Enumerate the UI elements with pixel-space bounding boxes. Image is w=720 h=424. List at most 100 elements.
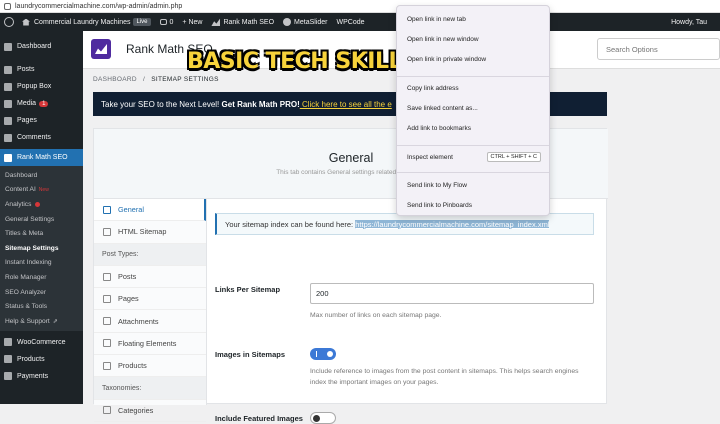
submenu-label: Content AI xyxy=(5,186,36,194)
submenu-content-ai[interactable]: Content AI New xyxy=(0,183,83,198)
comments-link[interactable]: 0 xyxy=(159,18,174,26)
ctx-label: Inspect element xyxy=(407,153,453,161)
submenu-label: Titles & Meta xyxy=(5,230,44,238)
wpcode-link[interactable]: WPCode xyxy=(337,19,365,26)
tab-general[interactable]: General xyxy=(94,199,206,222)
sidebar-item-media[interactable]: Media 1 xyxy=(0,95,83,112)
submenu-titles-meta[interactable]: Titles & Meta xyxy=(0,226,83,241)
sidebar-item-popup-box[interactable]: Popup Box xyxy=(0,78,83,95)
pin-icon xyxy=(4,65,12,74)
tab-attachments[interactable]: Attachments xyxy=(94,310,206,333)
ctx-send-my-flow[interactable]: Send link to My Flow xyxy=(407,182,541,189)
sidebar-item-woocommerce[interactable]: WooCommerce xyxy=(0,334,83,351)
submenu-role-manager[interactable]: Role Manager xyxy=(0,270,83,285)
ctx-separator xyxy=(397,172,549,173)
tab-label: Posts xyxy=(118,272,137,282)
submenu-status-tools[interactable]: Status & Tools xyxy=(0,299,83,314)
ctx-save-linked-content[interactable]: Save linked content as... xyxy=(407,105,541,112)
tab-categories[interactable]: Categories xyxy=(94,400,206,422)
metaslider-link[interactable]: MetaSlider xyxy=(283,18,328,26)
ctx-label: Send link to Pinboards xyxy=(407,202,473,209)
sidebar-item-label: Posts xyxy=(17,66,35,73)
tab-floating-elements[interactable]: Floating Elements xyxy=(94,333,206,356)
sidebar-item-posts[interactable]: Posts xyxy=(0,61,83,78)
page-icon xyxy=(103,294,111,303)
sidebar-item-label: Media xyxy=(17,100,37,107)
submenu-label: Dashboard xyxy=(5,171,38,179)
tab-label: Products xyxy=(118,361,147,371)
ctx-inspect-element[interactable]: Inspect element CTRL + SHIFT + C xyxy=(407,152,541,162)
submenu-label: Instant Indexing xyxy=(5,259,52,267)
links-per-sitemap-help: Max number of links on each sitemap page… xyxy=(310,312,442,319)
ctx-add-bookmark[interactable]: Add link to bookmarks xyxy=(407,125,541,132)
browser-url-bar[interactable]: laundrycommercialmachine.com/wp-admin/ad… xyxy=(0,0,720,13)
live-badge: Live xyxy=(133,18,151,26)
sidebar-item-products[interactable]: Products xyxy=(0,351,83,368)
sidebar-item-label: Products xyxy=(17,355,45,363)
media-icon xyxy=(4,99,12,108)
search-options-input[interactable] xyxy=(597,38,720,60)
admin-sidebar: Dashboard Posts Popup Box Media 1 Pages C… xyxy=(0,31,83,404)
new-content-link[interactable]: + New xyxy=(182,19,202,26)
sitemap-index-link[interactable]: https://laundrycommercialmachine.com/sit… xyxy=(355,220,550,229)
tab-group-label: Post Types: xyxy=(102,250,139,258)
rank-math-admin-link[interactable]: Rank Math SEO xyxy=(211,18,274,26)
sidebar-item-label: Pages xyxy=(17,117,37,124)
page-icon xyxy=(4,116,12,125)
ctx-label: Add link to bookmarks xyxy=(407,125,471,132)
submenu-dashboard[interactable]: Dashboard xyxy=(0,168,83,183)
sidebar-item-label: WooCommerce xyxy=(17,338,66,346)
promo-link[interactable]: Click here to see all the e xyxy=(300,100,392,109)
sitemap-notice-text: Your sitemap index can be found here: xyxy=(225,220,356,229)
submenu-seo-analyzer[interactable]: SEO Analyzer xyxy=(0,285,83,300)
sidebar-item-dashboard[interactable]: Dashboard xyxy=(0,38,83,55)
featured-images-label: Include Featured Images xyxy=(215,414,303,423)
submenu-sitemap-settings[interactable]: Sitemap Settings xyxy=(0,241,83,256)
images-in-sitemaps-toggle[interactable] xyxy=(310,348,336,360)
site-name-link[interactable]: Commercial Laundry Machines Live xyxy=(22,18,151,26)
ctx-copy-link[interactable]: Copy link address xyxy=(407,85,541,92)
rank-math-icon xyxy=(4,153,12,162)
tab-products[interactable]: Products xyxy=(94,355,206,378)
sidebar-item-rank-math-seo[interactable]: Rank Math SEO xyxy=(0,149,83,166)
ctx-open-new-window[interactable]: Open link in new window xyxy=(407,36,541,43)
notification-dot-icon xyxy=(35,201,41,207)
address-text[interactable]: laundrycommercialmachine.com/wp-admin/ad… xyxy=(15,3,182,10)
ctx-label: Send link to My Flow xyxy=(407,182,467,189)
submenu-general-settings[interactable]: General Settings xyxy=(0,212,83,227)
attachment-icon xyxy=(103,317,111,326)
sidebar-item-payments[interactable]: Payments xyxy=(0,368,83,385)
submenu-analytics[interactable]: Analytics xyxy=(0,197,83,212)
ctx-label: Save linked content as... xyxy=(407,105,478,112)
woo-icon xyxy=(4,338,12,347)
tab-html-sitemap[interactable]: HTML Sitemap xyxy=(94,221,206,244)
links-per-sitemap-input[interactable] xyxy=(310,283,594,304)
admin-bar: Commercial Laundry Machines Live 0 + New… xyxy=(0,13,720,31)
ctx-open-new-tab[interactable]: Open link in new tab xyxy=(407,16,541,23)
submenu-instant-indexing[interactable]: Instant Indexing xyxy=(0,256,83,271)
sidebar-item-pages[interactable]: Pages xyxy=(0,112,83,129)
sidebar-item-label: Payments xyxy=(17,372,49,380)
tab-label: General xyxy=(118,205,144,215)
sitemap-index-notice: Your sitemap index can be found here: ht… xyxy=(215,213,594,235)
rank-math-submenu: Dashboard Content AI New Analytics Genera… xyxy=(0,166,83,331)
floating-icon xyxy=(103,339,111,348)
comments-count: 0 xyxy=(169,18,174,26)
user-greeting[interactable]: Howdy, Tau xyxy=(671,19,707,26)
media-count-badge: 1 xyxy=(39,100,49,107)
product-icon xyxy=(103,361,111,370)
ctx-open-private-window[interactable]: Open link in private window xyxy=(407,56,541,63)
submenu-label: Help & Support xyxy=(5,317,50,325)
wordpress-logo-icon[interactable] xyxy=(4,17,14,27)
sidebar-item-label: Rank Math SEO xyxy=(17,154,68,161)
ctx-send-pinboards[interactable]: Send link to Pinboards xyxy=(407,202,541,209)
featured-images-toggle[interactable] xyxy=(310,412,336,424)
category-icon xyxy=(103,406,111,415)
breadcrumb-dashboard[interactable]: DASHBOARD xyxy=(93,76,137,83)
sidebar-item-comments[interactable]: Comments xyxy=(0,129,83,146)
tab-posts[interactable]: Posts xyxy=(94,266,206,289)
external-link-icon: ⇗ xyxy=(52,318,58,325)
submenu-help-support[interactable]: Help & Support ⇗ xyxy=(0,314,83,329)
video-overlay-caption: BASIC TECH SKILLS xyxy=(187,49,418,74)
tab-pages[interactable]: Pages xyxy=(94,288,206,311)
